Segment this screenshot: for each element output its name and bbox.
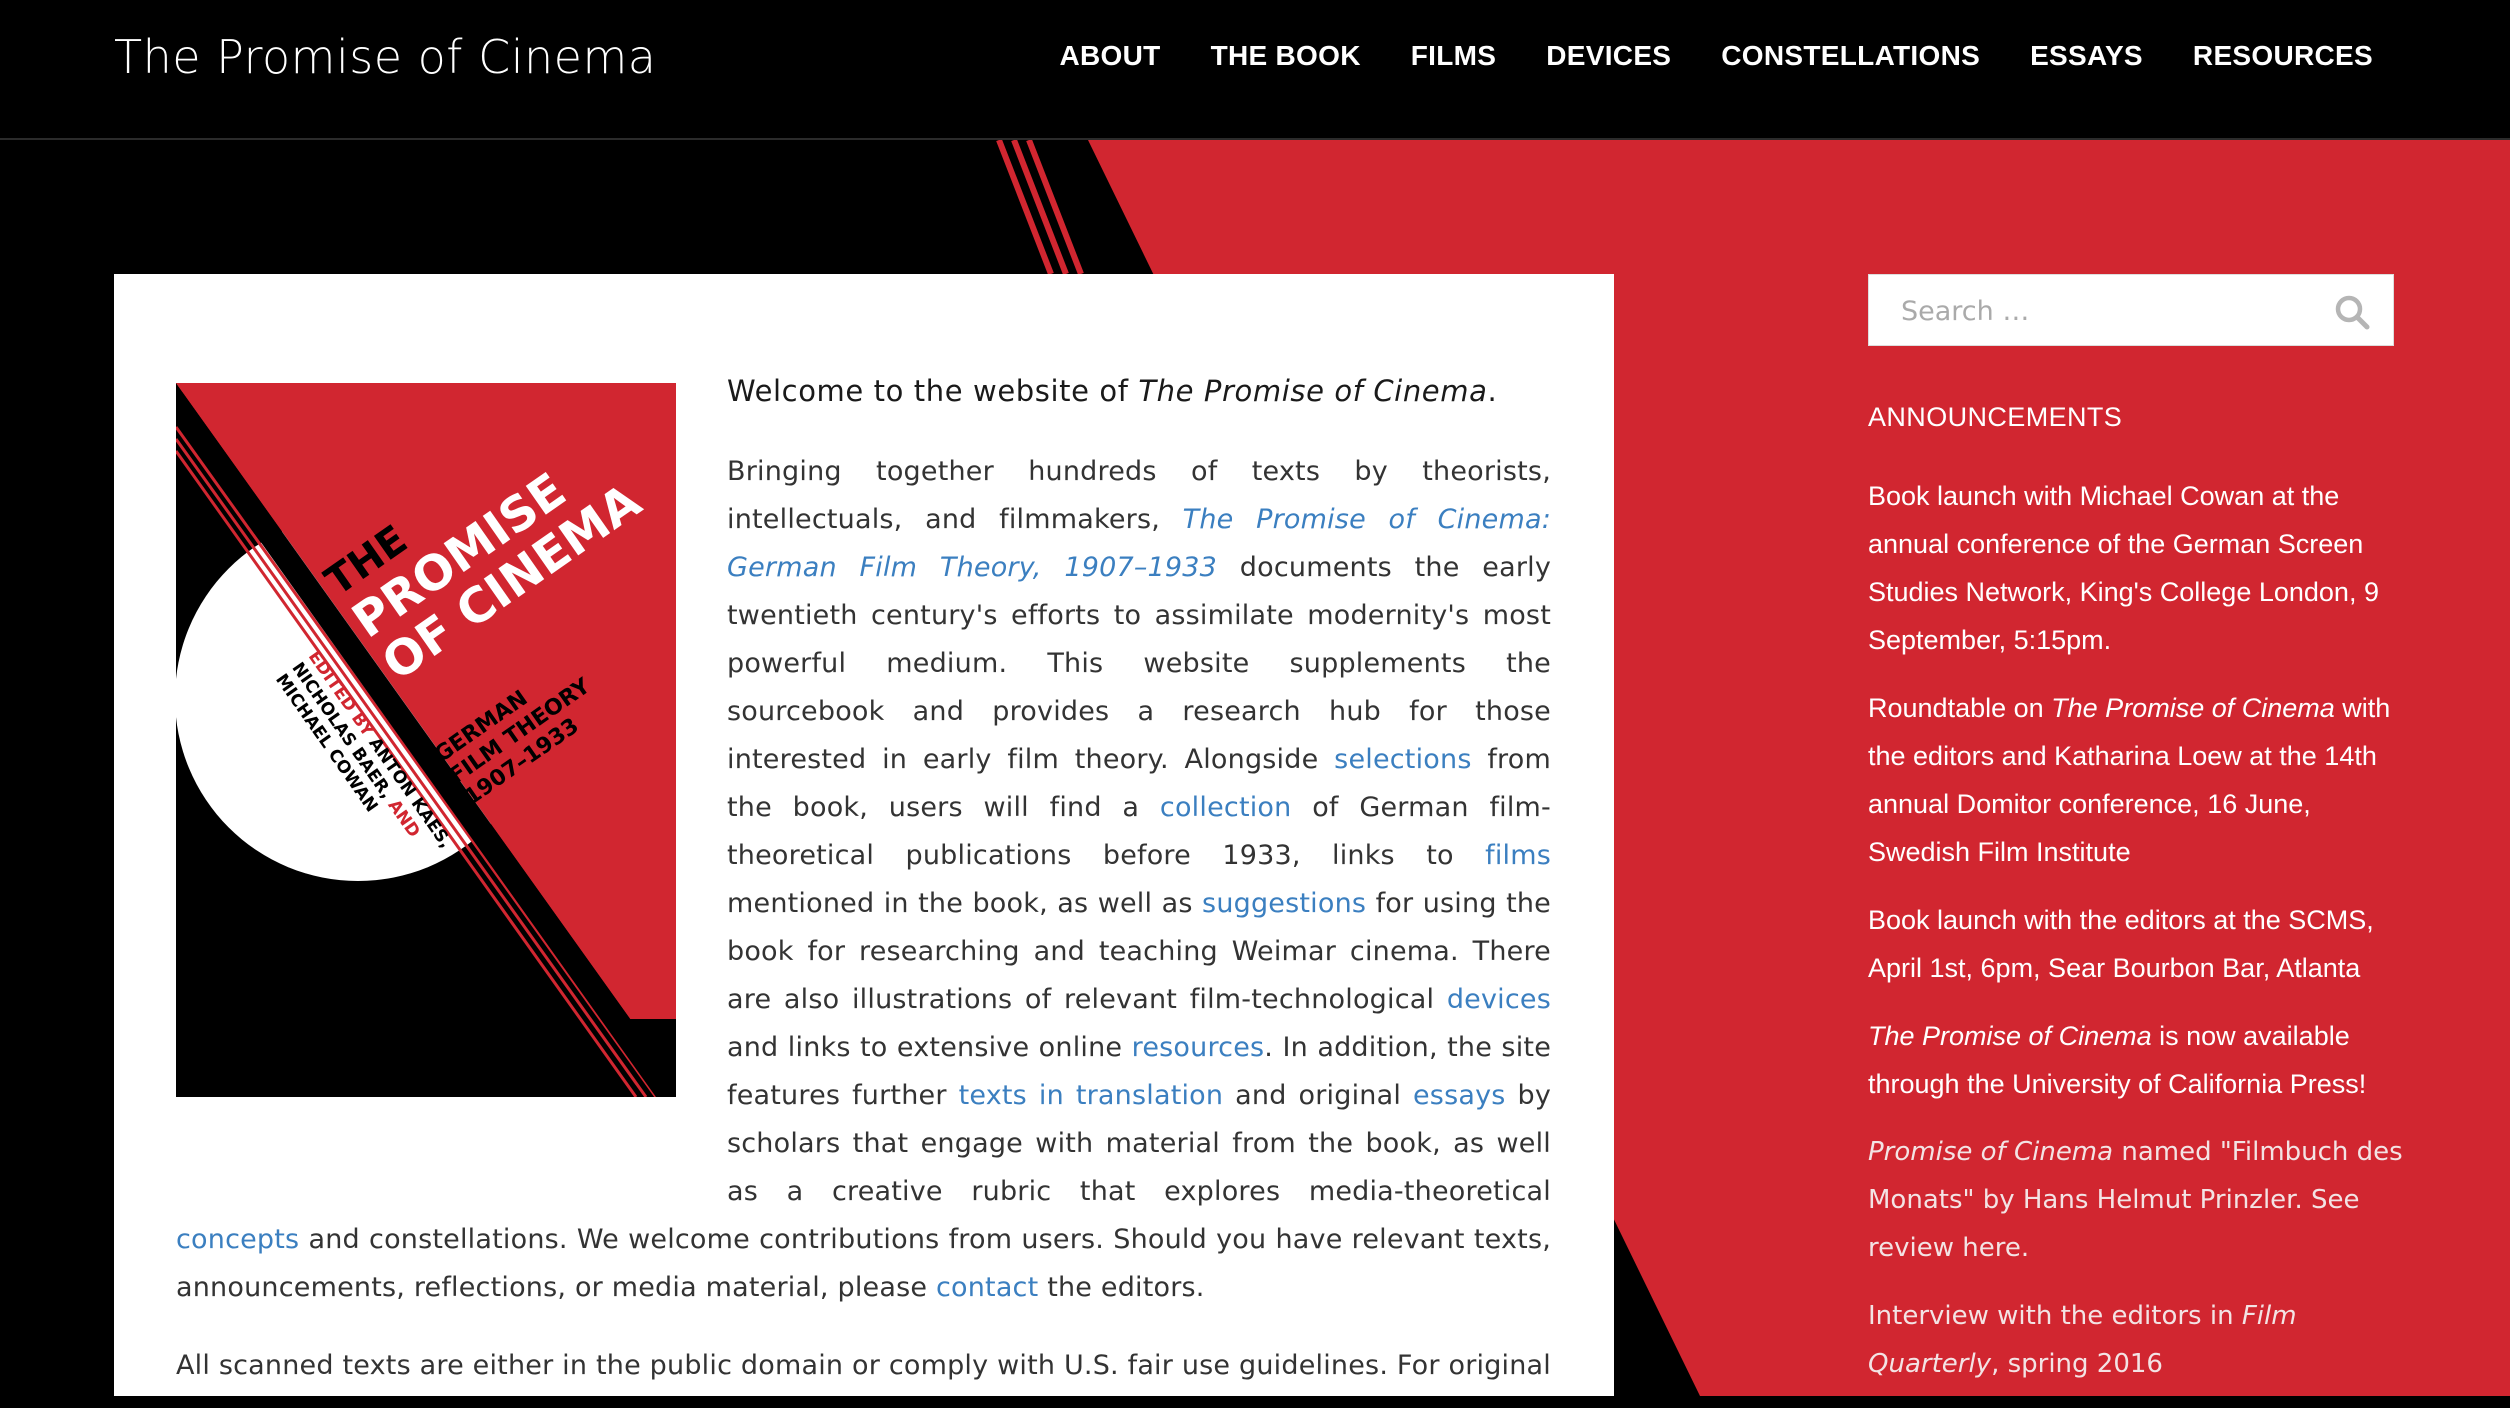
main-nav: ABOUT THE BOOK FILMS DEVICES CONSTELLATI… (1060, 40, 2373, 72)
main-content-card: THE PROMISE OF CINEMA GERMAN FILM THEORY… (114, 274, 1614, 1396)
intro-text-segment: and constellations. We welcome contribut… (176, 1224, 1551, 1303)
films-link[interactable]: films (1485, 840, 1551, 871)
selections-link[interactable]: selections (1334, 744, 1471, 775)
announcement-text: Book launch with Michael Cowan at the an… (1868, 481, 2379, 655)
copyright-paragraph: All scanned texts are either in the publ… (176, 1350, 1551, 1381)
announcement-item[interactable]: Interview with the editors in Film Quart… (1868, 1292, 2408, 1388)
nav-item-essays: ESSAYS (2030, 40, 2143, 72)
announcements-list: Book launch with Michael Cowan at the an… (1868, 472, 2408, 1408)
collection-link[interactable]: collection (1160, 792, 1292, 823)
devices-link[interactable]: devices (1447, 984, 1551, 1015)
intro-text-segment: and original (1223, 1080, 1413, 1111)
suggestions-link[interactable]: suggestions (1202, 888, 1366, 919)
nav-item-films: FILMS (1411, 40, 1497, 72)
texts-in-translation-link[interactable]: texts in translation (959, 1080, 1224, 1111)
nav-item-devices: DEVICES (1546, 40, 1671, 72)
nav-link-resources[interactable]: RESOURCES (2193, 40, 2373, 71)
cover-float-spacer (176, 448, 727, 1200)
concepts-link[interactable]: concepts (176, 1224, 299, 1255)
intro-text-segment: documents the early twentieth century's … (727, 552, 1552, 775)
announcements-heading: ANNOUNCEMENTS (1868, 402, 2123, 432)
welcome-suffix: . (1487, 374, 1498, 408)
search-icon[interactable] (2333, 293, 2371, 331)
nav-link-films[interactable]: FILMS (1411, 40, 1497, 71)
welcome-prefix: Welcome to the website of (727, 374, 1139, 408)
site-header: The Promise of Cinema ABOUT THE BOOK FIL… (0, 0, 2510, 140)
announcement-text: Roundtable on (1868, 693, 2052, 723)
announcement-text: Book launch with the editors at the SCMS… (1868, 905, 2374, 983)
nav-link-constellations[interactable]: CONSTELLATIONS (1721, 40, 1980, 71)
nav-item-the-book: THE BOOK (1211, 40, 1361, 72)
announcement-item[interactable]: Book launch with the editors at the SCMS… (1868, 896, 2408, 992)
announcement-item[interactable]: Roundtable on The Promise of Cinema with… (1868, 684, 2408, 876)
resources-link[interactable]: resources (1132, 1032, 1265, 1063)
announcement-item[interactable]: Book launch with Michael Cowan at the an… (1868, 472, 2408, 664)
nav-item-resources: RESOURCES (2193, 40, 2373, 72)
welcome-book-title: The Promise of Cinema (1138, 374, 1488, 408)
intro-text-segment: and links to extensive online (727, 1032, 1132, 1063)
nav-link-the-book[interactable]: THE BOOK (1211, 40, 1361, 71)
intro-text: Bringing together hundreds of texts by t… (176, 448, 1551, 1396)
nav-item-constellations: CONSTELLATIONS (1721, 40, 1980, 72)
announcement-text: Interview with the editors in (1868, 1301, 2242, 1331)
welcome-heading: Welcome to the website of The Promise of… (727, 374, 1614, 408)
announcement-item[interactable]: Promise of Cinema named "Filmbuch des Mo… (1868, 1128, 2408, 1272)
nav-link-devices[interactable]: DEVICES (1546, 40, 1671, 71)
announcement-book-title: Promise of Cinema (1868, 1137, 2114, 1167)
nav-link-about[interactable]: ABOUT (1060, 40, 1161, 71)
announcement-text: , spring 2016 (1991, 1349, 2163, 1379)
announcement-book-title: The Promise of Cinema (2051, 693, 2335, 723)
site-title-link[interactable]: The Promise of Cinema (114, 30, 656, 84)
intro-text-segment: the editors. (1038, 1272, 1205, 1303)
essays-link[interactable]: essays (1413, 1080, 1506, 1111)
nav-link-essays[interactable]: ESSAYS (2030, 40, 2143, 71)
search-input[interactable] (1899, 275, 2323, 347)
announcement-book-title: The Promise of Cinema (1868, 1021, 2152, 1051)
announcement-item[interactable]: The Promise of Cinema is now available t… (1868, 1012, 2408, 1108)
nav-item-about: ABOUT (1060, 40, 1161, 72)
intro-text-segment: mentioned in the book, as well as (727, 888, 1203, 919)
search-form (1868, 274, 2394, 347)
contact-link[interactable]: contact (936, 1272, 1038, 1303)
